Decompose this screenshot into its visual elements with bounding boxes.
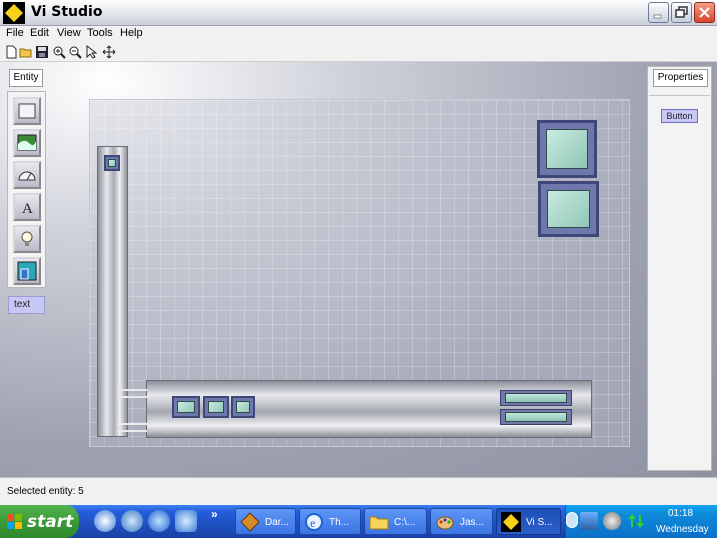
status-bar: Selected entity: 5 [0,477,717,505]
ie-icon: e [305,513,323,531]
toolbar [0,42,717,62]
app-icon [240,512,260,532]
volume-icon[interactable] [603,512,621,530]
task-label: Jas... [460,517,484,528]
move-icon[interactable] [102,45,116,59]
network-icon[interactable] [580,512,598,530]
divider [649,95,710,96]
tab-properties[interactable]: Properties [653,69,708,87]
task-button-vi-studio[interactable]: Vi S... [496,508,561,535]
tray-collapse-icon[interactable] [566,512,578,528]
tab-entity[interactable]: Entity [9,69,43,87]
text-tool-icon: A [22,201,33,217]
vi-studio-logo-icon [3,2,25,24]
wide-button-entity[interactable] [500,409,572,425]
wide-button-entity[interactable] [500,390,572,406]
media-player-icon[interactable] [94,510,116,532]
task-button-dar[interactable]: Dar... [235,508,296,535]
task-label: C:\... [394,517,416,528]
button-entity[interactable] [203,396,229,418]
sync-icon[interactable] [121,510,143,532]
menu-help[interactable]: Help [120,27,143,39]
paint-icon [436,516,454,530]
gauge-tool-icon [18,171,36,181]
outlook-icon[interactable] [175,510,197,532]
restore-button[interactable] [671,2,692,23]
minimize-button[interactable] [648,2,669,23]
container-tool-icon [17,261,37,281]
container-tool-button[interactable] [13,257,41,285]
task-label: Th... [329,517,350,528]
task-label: Dar... [265,517,289,528]
gauge-tool-button[interactable] [13,161,41,189]
connector-line [117,396,147,398]
clock-time: 01:18 [668,508,694,519]
task-button-folder[interactable]: C:\... [364,508,427,535]
text-tool-button[interactable]: A [13,193,41,221]
close-button[interactable] [694,2,715,23]
close-icon [699,7,710,18]
lightbulb-tool-button[interactable] [13,225,41,253]
button-entity[interactable] [172,396,200,418]
start-button[interactable]: start [0,505,79,538]
window-title: Vi Studio [31,4,103,20]
menu-edit[interactable]: Edit [30,27,49,39]
selected-entity-type[interactable]: Button [661,109,698,123]
image-tool-icon [17,134,37,151]
large-button-entity[interactable] [538,181,599,237]
zoom-out-icon[interactable] [68,45,82,59]
menu-bar: File Edit View Tools Help [0,26,717,42]
clock-day: Wednesday [656,524,709,535]
task-button-th[interactable]: e Th... [299,508,361,535]
restore-icon [675,6,688,18]
properties-panel [647,66,712,471]
update-arrows-icon[interactable] [627,512,645,530]
menu-file[interactable]: File [6,27,24,39]
menu-tools[interactable]: Tools [87,27,113,39]
title-bar: Vi Studio [0,0,717,26]
connector-line [117,430,147,432]
vi-studio-icon [501,512,521,532]
button-entity[interactable] [231,396,255,418]
new-file-icon[interactable] [4,45,18,59]
windows-logo-icon [7,514,22,529]
folder-icon [369,516,389,530]
panel-small-button[interactable] [104,155,120,171]
open-folder-icon[interactable] [19,45,33,59]
rectangle-tool-button[interactable] [13,97,41,125]
status-text: Selected entity: 5 [7,486,84,497]
rectangle-tool-icon [18,103,36,119]
quicklaunch-overflow[interactable]: » [211,507,218,521]
lightbulb-tool-icon [21,231,33,246]
vertical-panel-entity[interactable] [97,146,128,437]
connector-line [117,423,147,425]
entity-palette: A [7,91,46,288]
task-label: Vi S... [526,517,553,528]
connector-line [117,389,147,391]
selected-tool-label[interactable]: text [8,296,45,314]
svg-text:e: e [310,516,315,530]
svg-text:A: A [22,201,33,217]
minimize-icon [653,14,662,19]
menu-view[interactable]: View [57,27,81,39]
large-button-entity[interactable] [537,120,597,178]
save-icon[interactable] [35,45,49,59]
select-pointer-icon[interactable] [85,45,99,59]
ie-icon[interactable] [148,510,170,532]
image-tool-button[interactable] [13,129,41,157]
task-button-jas[interactable]: Jas... [430,508,493,535]
zoom-in-icon[interactable] [52,45,66,59]
start-label: start [27,512,74,532]
